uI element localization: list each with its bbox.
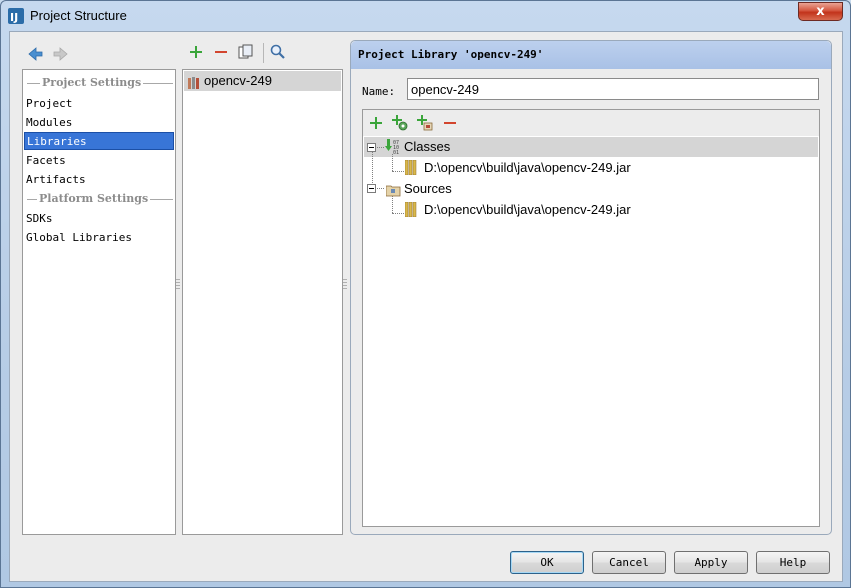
tree-guide-line: [377, 147, 384, 148]
tree-node-classes[interactable]: Classes: [404, 139, 450, 154]
details-header: Project Library 'opencv-249': [351, 41, 831, 69]
sidebar-item-artifacts[interactable]: Artifacts: [24, 171, 174, 189]
find-icon[interactable]: [269, 43, 287, 61]
library-list: opencv-249: [182, 69, 343, 535]
window-frame: IJ Project Structure x Project Settings …: [0, 0, 851, 588]
name-label: Name:: [362, 85, 396, 98]
tree-guide-line: [392, 154, 393, 171]
tree-node-classes-jar[interactable]: D:\opencv\build\java\opencv-249.jar: [424, 160, 631, 175]
toolbar-separator: [263, 43, 264, 63]
tree-toolbar: [363, 110, 819, 136]
ok-button[interactable]: OK: [510, 551, 584, 574]
svg-text:IJ: IJ: [10, 11, 18, 24]
close-icon: x: [816, 4, 825, 19]
close-button[interactable]: x: [798, 2, 843, 21]
sidebar-splitter[interactable]: [176, 279, 180, 295]
back-arrow-icon[interactable]: [27, 46, 43, 62]
library-name-input[interactable]: [407, 78, 819, 100]
add-jar-icon[interactable]: [416, 114, 434, 132]
jar-icon: [404, 159, 417, 176]
platform-settings-header: Platform Settings: [27, 192, 173, 206]
sidebar-item-sdks[interactable]: SDKs: [24, 210, 174, 228]
tree-guide-line: [392, 213, 404, 214]
copy-icon[interactable]: [237, 43, 255, 61]
library-roots-tree: 07 10 01 Classes D:\opencv\build\java\open…: [362, 109, 820, 527]
details-title: Project Library 'opencv-249': [358, 48, 544, 61]
forward-arrow-icon[interactable]: [53, 46, 69, 62]
add-classes-icon[interactable]: [391, 114, 409, 132]
tree-node-sources-jar[interactable]: D:\opencv\build\java\opencv-249.jar: [424, 202, 631, 217]
sidebar-item-global-libraries[interactable]: Global Libraries: [24, 229, 174, 247]
collapse-sources-toggle[interactable]: [367, 184, 376, 193]
cancel-button[interactable]: Cancel: [592, 551, 666, 574]
sidebar-item-modules[interactable]: Modules: [24, 114, 174, 132]
apply-button[interactable]: Apply: [674, 551, 748, 574]
tree-node-sources[interactable]: Sources: [404, 181, 452, 196]
jar-icon: [404, 201, 417, 218]
sidebar-item-facets[interactable]: Facets: [24, 152, 174, 170]
sidebar-item-libraries[interactable]: Libraries: [24, 132, 174, 150]
remove-icon[interactable]: [441, 114, 459, 132]
add-icon[interactable]: [367, 114, 385, 132]
add-icon[interactable]: [187, 43, 205, 61]
collapse-classes-toggle[interactable]: [367, 143, 376, 152]
sources-folder-icon: [385, 182, 401, 197]
project-settings-header: Project Settings: [27, 76, 173, 90]
sidebar-item-project[interactable]: Project: [24, 95, 174, 113]
help-button[interactable]: Help: [756, 551, 830, 574]
tree-guide-line: [392, 196, 393, 213]
library-icon: [188, 75, 201, 89]
window-title: Project Structure: [30, 8, 127, 23]
remove-icon[interactable]: [212, 43, 230, 61]
classes-root-icon: 07 10 01: [384, 138, 400, 156]
title-bar[interactable]: IJ Project Structure x: [1, 1, 850, 30]
tree-guide-line: [377, 188, 384, 189]
tree-guide-line: [392, 171, 404, 172]
library-splitter[interactable]: [343, 279, 347, 295]
dialog-client-area: Project Settings Project Modules Librari…: [9, 31, 843, 582]
library-item-label: opencv-249: [204, 73, 272, 88]
library-item-opencv[interactable]: opencv-249: [184, 71, 341, 91]
intellij-app-icon: IJ: [8, 8, 24, 24]
settings-sidebar: Project Settings Project Modules Librari…: [22, 69, 176, 535]
svg-text:01: 01: [393, 150, 399, 154]
library-details-panel: Project Library 'opencv-249' Name: openc…: [350, 40, 832, 535]
